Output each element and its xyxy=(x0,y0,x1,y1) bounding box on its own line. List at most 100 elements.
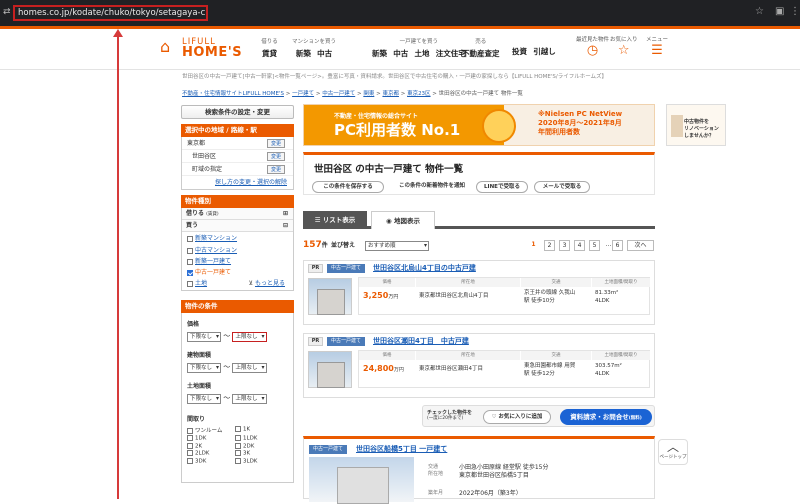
nav-link-land[interactable]: 土地 xyxy=(414,49,429,58)
property-photo[interactable] xyxy=(309,457,414,504)
layout-option[interactable]: 1K xyxy=(235,426,283,434)
layout-option[interactable]: 2LDK xyxy=(187,450,235,457)
layout-option[interactable]: 3DK xyxy=(187,457,235,464)
checkbox[interactable] xyxy=(187,435,193,441)
checkbox[interactable] xyxy=(235,457,241,464)
land-max-select[interactable]: 上限なし xyxy=(232,394,267,404)
land-min-select[interactable]: 下限なし xyxy=(187,394,222,404)
checkbox[interactable] xyxy=(235,450,241,456)
page-top-button[interactable]: ︿ ページトップ xyxy=(658,439,688,465)
type-option[interactable]: 新築マンション xyxy=(182,232,293,245)
more-link[interactable]: もっと見る xyxy=(255,280,285,287)
layout-option[interactable]: 2DK xyxy=(235,442,283,449)
search-condition-button[interactable]: 検索条件の設定・変更 xyxy=(181,105,294,119)
breadcrumb-tokyo[interactable]: 東京都 xyxy=(382,91,399,97)
sort-select[interactable]: おすすめ順 xyxy=(365,241,429,251)
favorites[interactable]: お気に入り ☆ xyxy=(610,35,638,59)
change-town-button[interactable]: 変更 xyxy=(266,165,285,174)
layout-option[interactable]: 1DK xyxy=(187,435,235,442)
property-card-featured[interactable]: 中古一戸建て 世田谷区船橋5丁目 一戸建て 交通 所在地 小田急小田原線 経堂駅 … xyxy=(303,436,655,504)
nav-link-mansion-new[interactable]: 新築 xyxy=(296,49,311,58)
type-option[interactable]: 新築一戸建て xyxy=(182,256,293,267)
property-title-link[interactable]: 世田谷区船橋5丁目 一戸建て xyxy=(356,444,447,454)
line-receive-button[interactable]: LINEで受取る xyxy=(476,181,528,193)
checkbox[interactable] xyxy=(187,247,193,254)
breadcrumb-23ku[interactable]: 東京23区 xyxy=(407,91,431,97)
type-option[interactable]: 土地 ⊻ もっと見る xyxy=(182,278,293,290)
property-title-link[interactable]: 世田谷区北烏山4丁目の中古戸建 xyxy=(373,263,476,273)
breadcrumb-used-house[interactable]: 中古一戸建て xyxy=(322,91,355,97)
address-bar[interactable]: homes.co.jp/kodate/chuko/tokyo/setagaya-… xyxy=(13,5,208,21)
buy-toggle[interactable]: 買う ⊟ xyxy=(182,220,293,232)
checkbox-checked[interactable] xyxy=(187,269,193,276)
request-info-button[interactable]: 資料請求・お問合せ(無料) xyxy=(560,409,652,425)
layout-option[interactable]: 3LDK xyxy=(235,457,283,464)
tab-list[interactable]: ☰ リスト表示 xyxy=(303,211,367,229)
layout-option[interactable]: 2K xyxy=(187,442,235,449)
building-min-select[interactable]: 下限なし xyxy=(187,363,222,373)
renovation-ad[interactable]: 中古物件を リノベーション しませんか？ xyxy=(666,104,726,146)
type-option[interactable]: 中古一戸建て xyxy=(182,267,293,278)
checkbox[interactable] xyxy=(235,426,241,432)
area-help-link[interactable]: 探し方の変更・選択の解除 xyxy=(215,179,287,186)
type-label[interactable]: 中古マンション xyxy=(195,247,237,254)
page-4[interactable]: 4 xyxy=(574,240,585,251)
checkbox[interactable] xyxy=(187,427,193,434)
save-condition-button[interactable]: この条件を保存する xyxy=(312,181,384,193)
site-settings-icon[interactable]: ⇄ xyxy=(3,7,11,17)
property-photo[interactable] xyxy=(308,278,352,315)
property-card[interactable]: PR 中古一戸建て 世田谷区瀬田4丁目 中古戸建 価格 所在地 交通 土地面積/… xyxy=(303,333,655,398)
extension-icon[interactable]: ▣ xyxy=(775,6,784,17)
menu[interactable]: メニュー ☰ xyxy=(646,35,668,59)
type-label[interactable]: 新築マンション xyxy=(195,235,237,242)
nav-link-mansion-used[interactable]: 中古 xyxy=(317,49,332,58)
nav-link-house-new[interactable]: 新築 xyxy=(372,49,387,58)
type-label[interactable]: 新築一戸建て xyxy=(195,258,231,265)
add-favorite-button[interactable]: ♡ お気に入りに追加 xyxy=(483,410,551,424)
layout-option[interactable]: ワンルーム xyxy=(187,426,235,434)
checkbox[interactable] xyxy=(187,280,193,287)
pc-no1-banner[interactable]: 不動産・住宅情報の総合サイト PC利用者数 No.1 ※Nielsen PC N… xyxy=(303,104,655,146)
checkbox[interactable] xyxy=(187,235,193,242)
checkbox[interactable] xyxy=(187,450,193,456)
layout-option[interactable]: 3K xyxy=(235,450,283,457)
type-label[interactable]: 土地 xyxy=(195,280,207,287)
notify-new-button[interactable]: この条件の新着物件を通知 xyxy=(392,181,472,193)
property-photo[interactable] xyxy=(308,351,352,388)
tab-map[interactable]: ◉ 地図表示 xyxy=(371,211,435,229)
recent-viewed[interactable]: 最近見た物件 ◷ xyxy=(576,35,609,59)
page-3[interactable]: 3 xyxy=(559,240,570,251)
page-6[interactable]: 6 xyxy=(612,240,623,251)
breadcrumb-home[interactable]: 不動産・住宅情報サイトLIFULL HOME'S xyxy=(182,91,284,97)
nav-link-invest[interactable]: 投資 xyxy=(512,47,527,56)
checkbox[interactable] xyxy=(187,457,193,464)
mail-receive-button[interactable]: メールで受取る xyxy=(534,181,590,193)
building-max-select[interactable]: 上限なし xyxy=(232,363,267,373)
nav-link-moving[interactable]: 引越し xyxy=(533,47,556,56)
breadcrumb-kanto[interactable]: 関東 xyxy=(363,91,374,97)
page-2[interactable]: 2 xyxy=(544,240,555,251)
nav-link-rent[interactable]: 賃貸 xyxy=(262,49,277,58)
checkbox[interactable] xyxy=(235,442,241,449)
nav-link-appraisal[interactable]: 不動産査定 xyxy=(462,49,500,58)
price-min-select[interactable]: 下限なし xyxy=(187,332,222,342)
change-pref-button[interactable]: 変更 xyxy=(266,139,285,148)
type-option[interactable]: 中古マンション xyxy=(182,245,293,256)
checkbox[interactable] xyxy=(187,442,193,449)
breadcrumb-house[interactable]: 一戸建て xyxy=(292,91,314,97)
browser-menu-icon[interactable]: ⋮ xyxy=(790,6,800,17)
more-types[interactable]: ⊻ もっと見る xyxy=(249,278,285,290)
property-title-link[interactable]: 世田谷区瀬田4丁目 中古戸建 xyxy=(373,336,469,346)
change-city-button[interactable]: 変更 xyxy=(266,152,285,161)
rent-toggle[interactable]: 借りる (賃貸) ⊞ xyxy=(182,208,293,220)
property-card[interactable]: PR 中古一戸建て 世田谷区北烏山4丁目の中古戸建 価格 所在地 交通 土地面積… xyxy=(303,260,655,325)
nav-link-house-used[interactable]: 中古 xyxy=(393,49,408,58)
next-page-button[interactable]: 次へ xyxy=(627,240,654,251)
checkbox[interactable] xyxy=(235,435,241,441)
layout-option[interactable]: 1LDK xyxy=(235,435,283,442)
page-5[interactable]: 5 xyxy=(589,240,600,251)
checkbox[interactable] xyxy=(187,258,193,265)
price-max-select[interactable]: 上限なし xyxy=(232,332,267,342)
bookmark-star-icon[interactable]: ☆ xyxy=(755,6,764,17)
card-header: PR 中古一戸建て 世田谷区北烏山4丁目の中古戸建 xyxy=(304,261,654,275)
